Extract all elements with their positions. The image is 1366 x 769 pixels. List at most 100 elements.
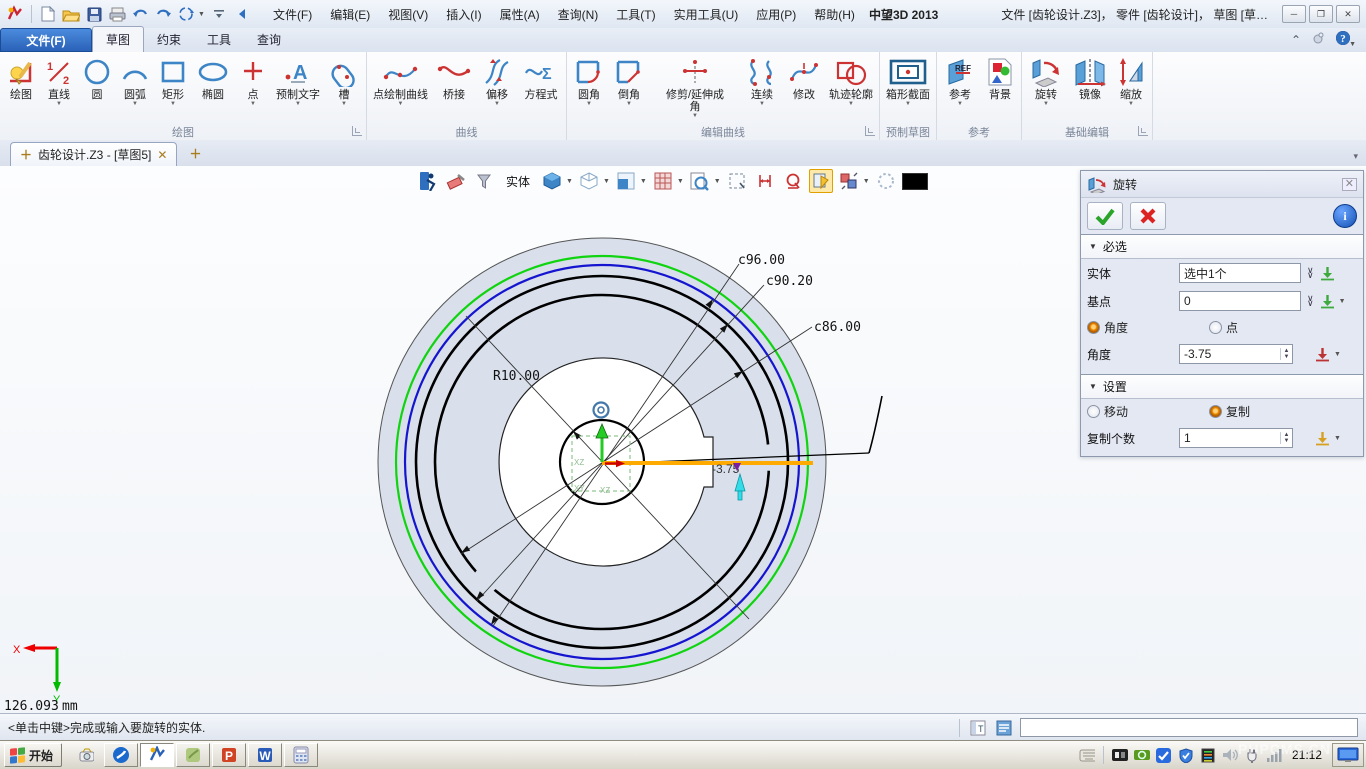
ribbon-arc-button[interactable]: 圆弧▼ bbox=[116, 54, 154, 108]
ribbon-chamfer-button[interactable]: 倒角▼ bbox=[609, 54, 649, 108]
chevron-down-icon[interactable]: ▼ bbox=[1334, 435, 1341, 442]
taskbar-clock[interactable]: 21:12 bbox=[1288, 748, 1326, 762]
pick-input-icon[interactable] bbox=[1320, 294, 1335, 309]
open-file-button[interactable] bbox=[62, 5, 80, 23]
menu-view[interactable]: 视图(V) bbox=[380, 3, 436, 26]
group-expander-icon[interactable] bbox=[1138, 126, 1148, 136]
ribbon-rotate-button[interactable]: 旋转▼ bbox=[1024, 54, 1068, 108]
selection-box-button[interactable] bbox=[725, 169, 749, 193]
ribbon-equation-button[interactable]: Σ方程式 bbox=[518, 54, 564, 101]
angle-input[interactable]: -3.75 ▲▼ bbox=[1179, 344, 1293, 364]
chevron-down-icon[interactable]: ▼ bbox=[714, 178, 721, 185]
color-swatch[interactable] bbox=[902, 173, 928, 190]
menu-help[interactable]: 帮助(H) bbox=[806, 3, 863, 26]
ribbon-rectangle-button[interactable]: 矩形▼ bbox=[154, 54, 192, 108]
entity-filter-value[interactable]: 实体 bbox=[500, 173, 536, 190]
wireframe-display-button[interactable] bbox=[577, 169, 601, 193]
ribbon-ellipse-button[interactable]: 椭圆 bbox=[192, 54, 234, 101]
tray-messenger-icon[interactable] bbox=[1156, 747, 1172, 763]
tray-app-grid-icon[interactable] bbox=[1200, 747, 1216, 763]
ribbon-box-section-button[interactable]: 箱形截面▼ bbox=[882, 54, 934, 108]
grid-toggle-button[interactable] bbox=[651, 169, 675, 193]
show-dimensions-button[interactable] bbox=[753, 169, 777, 193]
print-button[interactable] bbox=[108, 5, 126, 23]
cancel-button[interactable] bbox=[1130, 202, 1166, 230]
chevron-down-icon[interactable]: ▼ bbox=[566, 178, 573, 185]
reference-link-button[interactable] bbox=[837, 169, 861, 193]
menu-application[interactable]: 应用(P) bbox=[748, 3, 804, 26]
pick-angle-icon[interactable] bbox=[1315, 347, 1330, 362]
ribbon-sketch-button[interactable]: 绘图 bbox=[2, 54, 40, 101]
ribbon-trace-profile-button[interactable]: 轨迹轮廓▼ bbox=[825, 54, 877, 108]
new-tab-button[interactable]: ＋ bbox=[189, 145, 201, 162]
entity-input[interactable]: 选中1个 bbox=[1179, 263, 1301, 283]
taskbar-app-word[interactable]: W bbox=[248, 743, 282, 767]
restore-button[interactable]: ❐ bbox=[1309, 5, 1333, 23]
degrees-of-freedom-icon[interactable] bbox=[874, 169, 898, 193]
power-plug-icon[interactable] bbox=[1244, 747, 1260, 763]
ribbon-connect-button[interactable]: 连续▼ bbox=[741, 54, 783, 108]
involute-curve[interactable] bbox=[869, 396, 882, 453]
undo-icon[interactable] bbox=[131, 5, 149, 23]
ribbon-point-curve-button[interactable]: 点绘制曲线▼ bbox=[369, 54, 432, 108]
close-button[interactable]: ✕ bbox=[1336, 5, 1360, 23]
menu-utilities[interactable]: 实用工具(U) bbox=[666, 3, 747, 26]
ribbon-fillet-button[interactable]: 圆角▼ bbox=[569, 54, 609, 108]
network-signal-icon[interactable] bbox=[1266, 747, 1282, 763]
ribbon-slot-button[interactable]: 槽▼ bbox=[324, 54, 364, 108]
filter-funnel-icon[interactable] bbox=[472, 169, 496, 193]
minimize-button[interactable]: ─ bbox=[1282, 5, 1306, 23]
dim-label-c90[interactable]: c90.20 bbox=[766, 274, 813, 289]
expand-list-icon[interactable]: ∨∨ bbox=[1307, 268, 1314, 278]
screen-capture-icon[interactable] bbox=[78, 747, 94, 763]
ribbon-trim-extend-corner-button[interactable]: 修剪/延伸成 角▼ bbox=[649, 54, 741, 120]
view-orient-button[interactable] bbox=[177, 5, 195, 23]
dim-label-c86[interactable]: c86.00 bbox=[814, 320, 861, 335]
base-point-input[interactable]: 0 bbox=[1179, 291, 1301, 311]
ribbon-bridge-button[interactable]: 桥接 bbox=[432, 54, 476, 101]
section-settings[interactable]: ▼设置 bbox=[1081, 374, 1363, 399]
redo-icon[interactable] bbox=[154, 5, 172, 23]
section-required[interactable]: ▼必选 bbox=[1081, 234, 1363, 259]
start-button[interactable]: 开始 bbox=[4, 743, 62, 767]
document-tab[interactable]: ＋ 齿轮设计.Z3 - [草图5] ✕ bbox=[10, 142, 177, 166]
copy-radio[interactable]: 复制 bbox=[1209, 403, 1250, 420]
ribbon-reference-button[interactable]: REF参考▼ bbox=[939, 54, 981, 108]
spinner-buttons[interactable]: ▲▼ bbox=[1280, 348, 1292, 360]
show-desktop-button[interactable] bbox=[1332, 743, 1364, 767]
volume-icon[interactable] bbox=[1222, 747, 1238, 763]
collapse-ribbon-icon[interactable]: ⌃ bbox=[1291, 33, 1301, 47]
chevron-down-icon[interactable]: ▼ bbox=[640, 178, 647, 185]
taskbar-app-powerpoint[interactable]: P bbox=[212, 743, 246, 767]
new-file-button[interactable] bbox=[39, 5, 57, 23]
view-plane-button[interactable] bbox=[614, 169, 638, 193]
spinner-buttons[interactable]: ▲▼ bbox=[1280, 432, 1292, 444]
customize-toolbar-button[interactable] bbox=[210, 5, 228, 23]
tab-close-icon[interactable]: ✕ bbox=[157, 148, 167, 162]
tab-tools[interactable]: 工具 bbox=[194, 27, 244, 52]
collapse-left-icon[interactable] bbox=[233, 5, 251, 23]
ribbon-modify-button[interactable]: 修改 bbox=[783, 54, 825, 101]
dialog-header[interactable]: 旋转 ✕ bbox=[1081, 171, 1363, 198]
taskbar-app-notes[interactable] bbox=[176, 743, 210, 767]
ribbon-point-button[interactable]: 点▼ bbox=[234, 54, 272, 108]
command-log-toggle[interactable] bbox=[994, 718, 1014, 738]
tab-constraint[interactable]: 约束 bbox=[144, 27, 194, 52]
ribbon-ready-text-button[interactable]: A预制文字▼ bbox=[272, 54, 324, 108]
copies-input[interactable]: 1 ▲▼ bbox=[1179, 428, 1293, 448]
ribbon-mirror-button[interactable]: 镜像 bbox=[1068, 54, 1112, 101]
info-button[interactable]: i bbox=[1333, 204, 1357, 228]
tray-nvidia-icon[interactable] bbox=[1134, 747, 1150, 763]
pick-copies-icon[interactable] bbox=[1315, 431, 1330, 446]
chevron-down-icon[interactable]: ▼ bbox=[1339, 298, 1346, 305]
toolbar-panel-toggle[interactable]: T bbox=[968, 718, 988, 738]
taskbar-app-browser[interactable] bbox=[104, 743, 138, 767]
pick-input-icon[interactable] bbox=[1320, 266, 1335, 281]
ok-button[interactable] bbox=[1087, 202, 1123, 230]
help-icon[interactable]: ?▼ bbox=[1335, 30, 1356, 49]
ribbon-circle-button[interactable]: 圆 bbox=[78, 54, 116, 101]
point-radio[interactable]: 点 bbox=[1209, 319, 1238, 336]
menu-edit[interactable]: 编辑(E) bbox=[322, 3, 378, 26]
auto-constrain-toggle[interactable] bbox=[809, 169, 833, 193]
menu-tools[interactable]: 工具(T) bbox=[608, 3, 663, 26]
